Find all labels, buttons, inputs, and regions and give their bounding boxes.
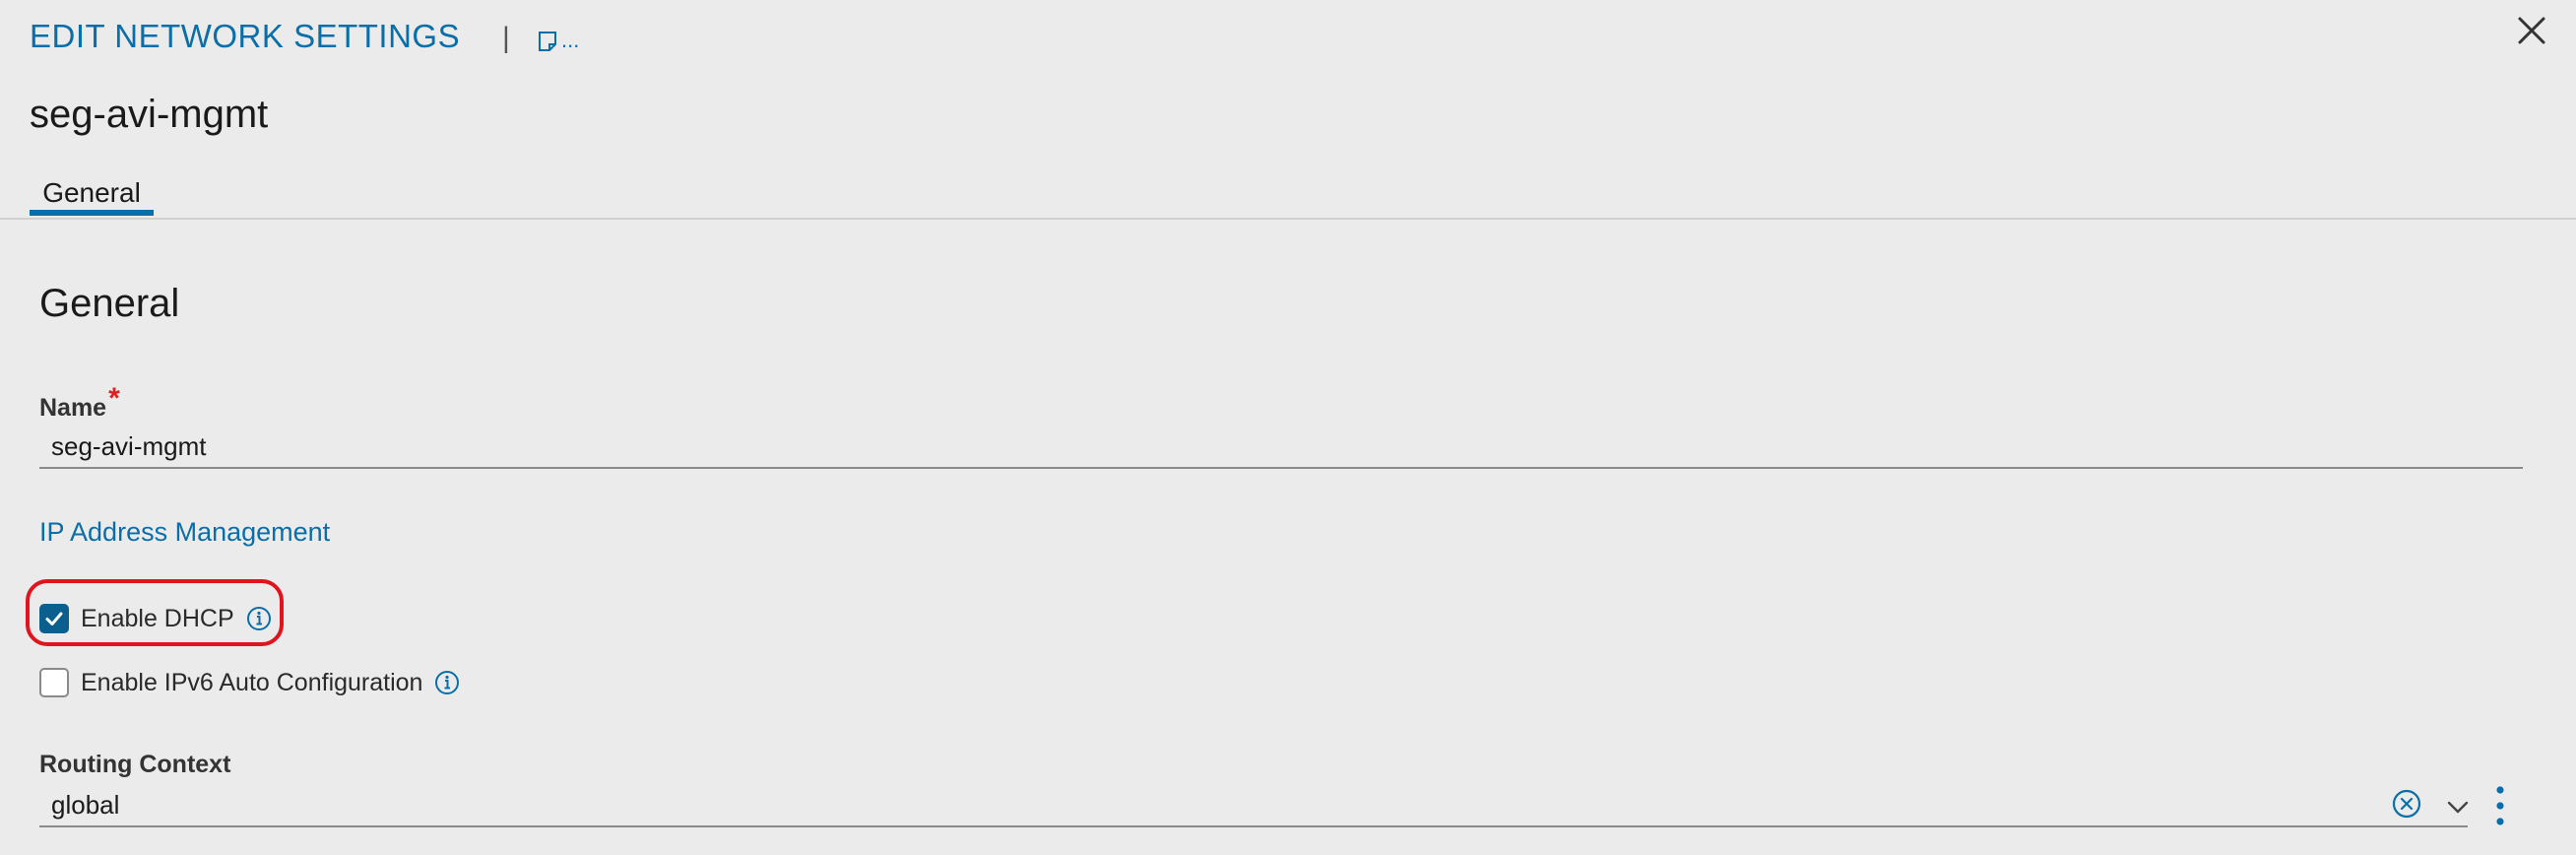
name-field-label: Name* xyxy=(39,382,120,424)
note-button[interactable]: ... xyxy=(537,26,579,53)
enable-dhcp-checkbox[interactable] xyxy=(39,604,69,633)
clear-circle-icon[interactable] xyxy=(2391,788,2422,820)
enable-ipv6-label: Enable IPv6 Auto Configuration xyxy=(81,668,423,696)
segment-name-heading: seg-avi-mgmt xyxy=(30,93,269,136)
note-ellipsis: ... xyxy=(561,28,580,52)
close-button[interactable] xyxy=(2511,10,2552,51)
section-heading: General xyxy=(39,282,180,325)
title-separator: | xyxy=(502,22,510,54)
active-tab-indicator xyxy=(30,210,154,216)
vertical-ellipsis-icon[interactable] xyxy=(2489,784,2511,827)
required-marker: * xyxy=(108,382,120,415)
dialog-title: EDIT NETWORK SETTINGS xyxy=(30,18,461,54)
tab-bar-divider xyxy=(0,218,2576,220)
chevron-down-icon[interactable] xyxy=(2442,794,2474,820)
info-icon[interactable] xyxy=(246,606,272,631)
note-icon xyxy=(539,32,556,51)
enable-ipv6-checkbox[interactable] xyxy=(39,668,69,697)
name-label-text: Name xyxy=(39,394,107,422)
enable-dhcp-row: Enable DHCP xyxy=(39,601,272,636)
edit-network-settings-dialog: EDIT NETWORK SETTINGS | ... seg-avi-mgmt… xyxy=(0,0,2576,855)
ip-address-management-heading: IP Address Management xyxy=(39,517,331,547)
info-icon[interactable] xyxy=(434,670,460,695)
close-icon xyxy=(2518,17,2545,44)
enable-dhcp-label: Enable DHCP xyxy=(81,604,234,632)
routing-context-label: Routing Context xyxy=(39,751,231,778)
enable-ipv6-row: Enable IPv6 Auto Configuration xyxy=(39,665,460,700)
routing-context-input[interactable] xyxy=(39,784,2468,827)
checkmark-icon xyxy=(45,612,63,625)
name-input[interactable] xyxy=(39,426,2523,469)
